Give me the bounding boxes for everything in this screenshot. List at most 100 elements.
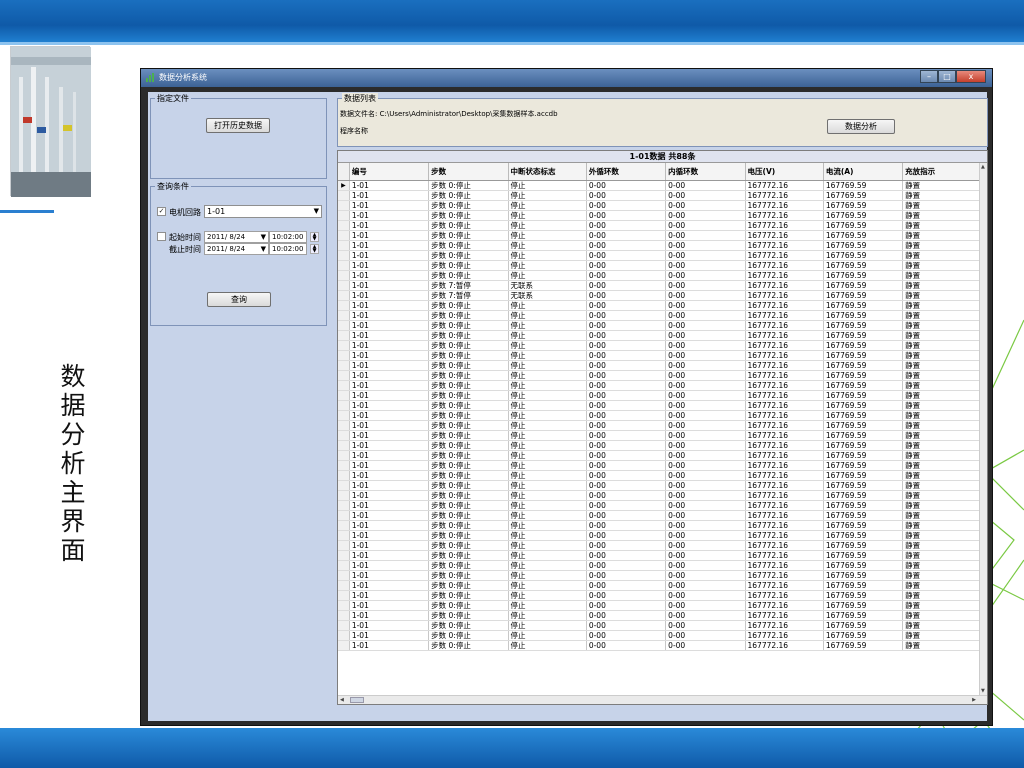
table-cell[interactable]: 0-00: [586, 230, 667, 241]
table-cell[interactable]: 0-00: [586, 390, 667, 401]
table-cell[interactable]: 0-00: [665, 260, 746, 271]
table-row[interactable]: 1-01 步数 0:停止 停止 0-00 0-00 167772.16 167769.59 静…: [338, 210, 987, 221]
row-header[interactable]: [338, 220, 350, 231]
table-row[interactable]: 1-01 步数 0:停止 停止 0-00 0-00 167772.16 167769.59 静…: [338, 230, 987, 241]
table-cell[interactable]: 1-01: [349, 420, 430, 431]
table-cell[interactable]: 167769.59: [823, 200, 904, 211]
table-cell[interactable]: 停止: [508, 510, 587, 521]
table-cell[interactable]: 静置: [902, 310, 982, 321]
table-row[interactable]: 1-01 步数 0:停止 停止 0-00 0-00 167772.16 167769.59 静…: [338, 370, 987, 381]
table-cell[interactable]: 167769.59: [823, 230, 904, 241]
table-cell[interactable]: 167769.59: [823, 270, 904, 281]
row-header[interactable]: [338, 270, 350, 281]
table-cell[interactable]: 步数 0:停止: [428, 520, 509, 531]
table-cell[interactable]: 167772.16: [745, 530, 824, 541]
table-cell[interactable]: 0-00: [665, 430, 746, 441]
table-row[interactable]: 1-01 步数 0:停止 停止 0-00 0-00 167772.16 167769.59 静…: [338, 350, 987, 361]
table-row[interactable]: 1-01 步数 0:停止 停止 0-00 0-00 167772.16 167769.59 静…: [338, 510, 987, 521]
table-cell[interactable]: 1-01: [349, 210, 430, 221]
table-cell[interactable]: 167769.59: [823, 590, 904, 601]
table-cell[interactable]: 步数 0:停止: [428, 300, 509, 311]
table-cell[interactable]: 167772.16: [745, 270, 824, 281]
table-cell[interactable]: 停止: [508, 220, 587, 231]
table-row[interactable]: 1-01 步数 0:停止 停止 0-00 0-00 167772.16 167769.59 静…: [338, 550, 987, 561]
table-row[interactable]: 1-01 步数 0:停止 停止 0-00 0-00 167772.16 167769.59 静…: [338, 360, 987, 371]
table-row[interactable]: 1-01 步数 0:停止 停止 0-00 0-00 167772.16 167769.59 静…: [338, 470, 987, 481]
table-cell[interactable]: 0-00: [665, 400, 746, 411]
table-cell[interactable]: 0-00: [586, 530, 667, 541]
table-cell[interactable]: 0-00: [665, 570, 746, 581]
start-time-spinner[interactable]: ▲ ▼: [310, 232, 319, 242]
table-cell[interactable]: 0-00: [665, 520, 746, 531]
table-cell[interactable]: 167772.16: [745, 260, 824, 271]
table-row[interactable]: 1-01 步数 0:停止 停止 0-00 0-00 167772.16 167769.59 静…: [338, 410, 987, 421]
table-cell[interactable]: 0-00: [586, 450, 667, 461]
table-cell[interactable]: 0-00: [665, 500, 746, 511]
table-cell[interactable]: 167769.59: [823, 510, 904, 521]
table-cell[interactable]: 0-00: [665, 530, 746, 541]
table-cell[interactable]: 167772.16: [745, 310, 824, 321]
row-header[interactable]: [338, 500, 350, 511]
table-cell[interactable]: 1-01: [349, 480, 430, 491]
table-cell[interactable]: 167772.16: [745, 330, 824, 341]
table-cell[interactable]: 1-01: [349, 500, 430, 511]
table-cell[interactable]: 1-01: [349, 590, 430, 601]
table-cell[interactable]: 0-00: [665, 350, 746, 361]
table-cell[interactable]: 0-00: [665, 290, 746, 301]
table-cell[interactable]: 1-01: [349, 440, 430, 451]
table-cell[interactable]: 167769.59: [823, 490, 904, 501]
column-header[interactable]: 电压(V): [745, 163, 824, 181]
table-row[interactable]: 1-01 步数 0:停止 停止 0-00 0-00 167772.16 167769.59 静…: [338, 580, 987, 591]
table-cell[interactable]: 167772.16: [745, 470, 824, 481]
table-cell[interactable]: 1-01: [349, 370, 430, 381]
table-row[interactable]: 1-01 步数 0:停止 停止 0-00 0-00 167772.16 167769.59 静…: [338, 520, 987, 531]
table-row[interactable]: 1-01 步数 0:停止 停止 0-00 0-00 167772.16 167769.59 静…: [338, 330, 987, 341]
table-cell[interactable]: 静置: [902, 620, 982, 631]
table-cell[interactable]: 1-01: [349, 220, 430, 231]
row-header[interactable]: [338, 440, 350, 451]
table-cell[interactable]: 167769.59: [823, 640, 904, 651]
table-cell[interactable]: 静置: [902, 370, 982, 381]
row-header[interactable]: [338, 450, 350, 461]
table-cell[interactable]: 167772.16: [745, 560, 824, 571]
table-cell[interactable]: 静置: [902, 400, 982, 411]
table-cell[interactable]: 静置: [902, 460, 982, 471]
table-cell[interactable]: 步数 0:停止: [428, 270, 509, 281]
table-cell[interactable]: 167772.16: [745, 210, 824, 221]
table-cell[interactable]: 167772.16: [745, 420, 824, 431]
table-row[interactable]: 1-01 步数 7:暂停 无联系 0-00 0-00 167772.16 167769.59…: [338, 290, 987, 301]
table-cell[interactable]: 静置: [902, 450, 982, 461]
table-cell[interactable]: 1-01: [349, 530, 430, 541]
row-header[interactable]: [338, 410, 350, 421]
table-cell[interactable]: 停止: [508, 490, 587, 501]
table-cell[interactable]: 1-01: [349, 190, 430, 201]
table-cell[interactable]: 步数 0:停止: [428, 250, 509, 261]
table-cell[interactable]: 步数 0:停止: [428, 600, 509, 611]
table-cell[interactable]: 167769.59: [823, 600, 904, 611]
table-cell[interactable]: 静置: [902, 540, 982, 551]
row-header[interactable]: [338, 250, 350, 261]
table-cell[interactable]: 停止: [508, 440, 587, 451]
table-cell[interactable]: 静置: [902, 570, 982, 581]
table-cell[interactable]: 静置: [902, 260, 982, 271]
table-cell[interactable]: 1-01: [349, 620, 430, 631]
table-cell[interactable]: 167772.16: [745, 290, 824, 301]
table-cell[interactable]: 步数 0:停止: [428, 460, 509, 471]
row-header[interactable]: [338, 590, 350, 601]
table-cell[interactable]: 1-01: [349, 510, 430, 521]
table-cell[interactable]: 停止: [508, 190, 587, 201]
table-cell[interactable]: 167769.59: [823, 450, 904, 461]
window-titlebar[interactable]: 数据分析系统 – □ x: [141, 69, 992, 87]
table-cell[interactable]: 步数 0:停止: [428, 370, 509, 381]
table-cell[interactable]: 静置: [902, 360, 982, 371]
table-cell[interactable]: 0-00: [665, 610, 746, 621]
table-cell[interactable]: 步数 0:停止: [428, 320, 509, 331]
table-cell[interactable]: 步数 0:停止: [428, 260, 509, 271]
table-cell[interactable]: 167772.16: [745, 370, 824, 381]
table-cell[interactable]: 静置: [902, 530, 982, 541]
row-header[interactable]: [338, 460, 350, 471]
table-cell[interactable]: 0-00: [586, 330, 667, 341]
table-cell[interactable]: 1-01: [349, 340, 430, 351]
table-cell[interactable]: 0-00: [586, 480, 667, 491]
table-cell[interactable]: 停止: [508, 340, 587, 351]
